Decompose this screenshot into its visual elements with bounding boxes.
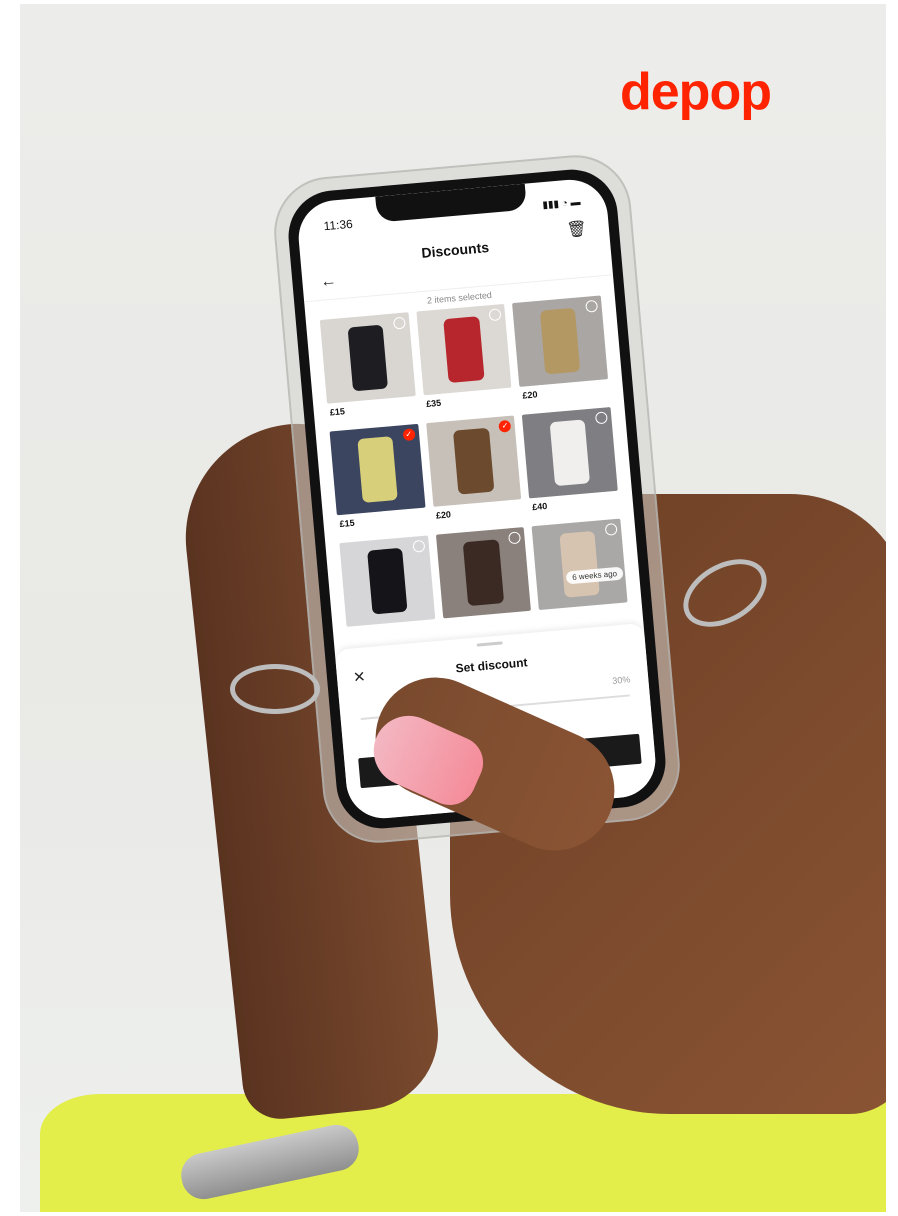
phone-notch — [375, 183, 527, 223]
unchecked-circle-icon[interactable] — [412, 539, 426, 553]
back-arrow-icon[interactable]: ← — [320, 272, 338, 291]
item-price: £20 — [435, 509, 452, 521]
unchecked-circle-icon[interactable] — [488, 308, 502, 322]
unchecked-circle-icon[interactable] — [594, 411, 608, 425]
list-item[interactable]: 6 weeks ago — [531, 518, 630, 634]
unchecked-circle-icon[interactable] — [585, 299, 599, 313]
item-photo[interactable] — [416, 303, 512, 396]
item-garment — [539, 307, 581, 375]
status-time: 11:36 — [323, 216, 354, 234]
item-grid: £15 £35 £20 ✓ £15 ✓ £20 £40 6 weeks ago — [319, 295, 630, 650]
list-item[interactable]: £35 — [416, 303, 514, 419]
page-title: Discounts — [420, 239, 490, 261]
item-price: £15 — [329, 406, 346, 418]
list-item[interactable]: ✓ £15 — [329, 423, 428, 539]
list-item[interactable]: £20 — [512, 295, 610, 410]
item-photo[interactable] — [512, 295, 609, 387]
list-item[interactable]: £15 — [319, 312, 418, 427]
item-photo[interactable] — [522, 407, 618, 499]
list-item[interactable] — [339, 535, 437, 650]
sheet-grabber[interactable] — [476, 641, 503, 647]
item-photo[interactable] — [435, 527, 532, 619]
item-photo[interactable]: ✓ — [425, 415, 522, 507]
item-garment — [549, 419, 591, 487]
item-garment — [366, 547, 408, 615]
item-garment — [559, 530, 601, 598]
item-price: £35 — [425, 397, 442, 410]
item-garment — [443, 316, 485, 383]
item-photo[interactable]: ✓ — [329, 423, 426, 516]
item-garment — [453, 427, 495, 495]
item-garment — [462, 539, 504, 607]
list-item[interactable]: ✓ £20 — [425, 415, 524, 530]
checkmark-icon[interactable]: ✓ — [498, 419, 512, 433]
discount-percent: 30% — [611, 674, 631, 686]
checkmark-icon[interactable]: ✓ — [402, 428, 416, 442]
unchecked-circle-icon[interactable] — [604, 522, 618, 536]
depop-logo: depop — [620, 63, 772, 121]
unchecked-circle-icon[interactable] — [508, 531, 522, 545]
sheet-title: Set discount — [455, 655, 529, 676]
ring-left — [230, 664, 320, 714]
list-item[interactable] — [435, 527, 534, 642]
item-price: £40 — [531, 500, 548, 513]
item-price: £15 — [339, 517, 356, 530]
item-photo[interactable] — [339, 535, 435, 627]
status-icons: ▮▮▮ ◔ ▬ — [542, 196, 582, 212]
item-photo[interactable]: 6 weeks ago — [531, 518, 628, 610]
item-garment — [356, 436, 398, 503]
item-photo[interactable] — [319, 312, 416, 404]
list-item[interactable]: £40 — [522, 407, 620, 522]
item-price: £20 — [522, 389, 538, 401]
item-garment — [347, 324, 389, 392]
photo-background: depop 11:36 ▮▮▮ ◔ ▬ 🗑 Discounts ← 2 item… — [20, 4, 886, 1212]
unchecked-circle-icon[interactable] — [392, 316, 406, 330]
